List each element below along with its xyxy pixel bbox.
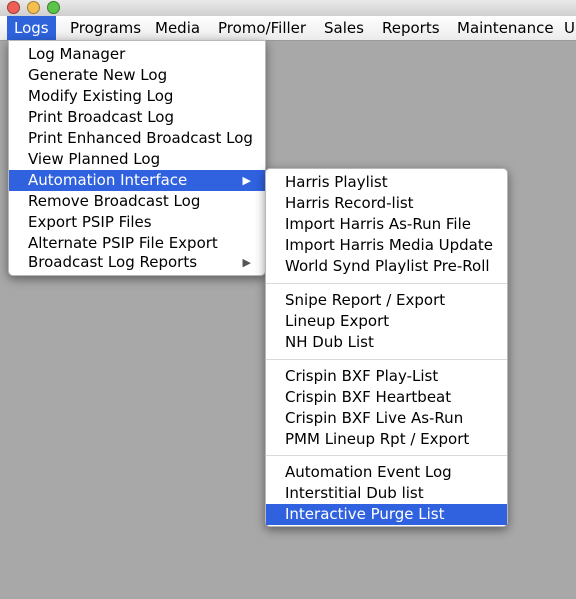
menu-item-label: Crispin BXF Heartbeat [285,388,452,406]
menu-item-label: Generate New Log [28,66,168,84]
menu-reports[interactable]: Reports [382,16,440,40]
menu-separator [266,455,507,456]
menu-item-label: Harris Record-list [285,194,414,212]
menu-item-crispin-bxf-heartbeat[interactable]: Crispin BXF Heartbeat [266,387,507,408]
menu-item-import-harris-media-update[interactable]: Import Harris Media Update [266,235,507,256]
menu-item-alternate-psip-file-export[interactable]: Alternate PSIP File Export [9,233,265,254]
menu-item-pmm-lineup-rpt-export[interactable]: PMM Lineup Rpt / Export [266,429,507,450]
menu-item-log-manager[interactable]: Log Manager [9,44,265,65]
menu-item-label: Automation Interface [28,171,188,189]
menu-item-label: Print Enhanced Broadcast Log [28,129,253,147]
menu-programs[interactable]: Programs [70,16,141,40]
menu-item-label: View Planned Log [28,150,161,168]
menu-sales[interactable]: Sales [324,16,364,40]
menu-item-lineup-export[interactable]: Lineup Export [266,311,507,332]
menu-item-label: Interactive Purge List [285,505,445,523]
menu-item-automation-event-log[interactable]: Automation Event Log [266,462,507,483]
submenu-arrow-icon: ▶ [242,174,251,187]
menu-item-label: Snipe Report / Export [285,291,446,309]
menu-item-export-psip-files[interactable]: Export PSIP Files [9,212,265,233]
menu-item-print-enhanced-broadcast-log[interactable]: Print Enhanced Broadcast Log [9,128,265,149]
menu-item-label: Crispin BXF Play-List [285,367,439,385]
menu-item-label: Export PSIP Files [28,213,152,231]
zoom-button[interactable] [47,1,60,14]
menu-item-print-broadcast-log[interactable]: Print Broadcast Log [9,107,265,128]
menu-separator [266,359,507,360]
menu-item-label: Import Harris As-Run File [285,215,471,233]
menu-item-label: World Synd Playlist Pre-Roll [285,257,490,275]
menu-bar: Logs Programs Media Promo/Filler Sales R… [0,16,576,41]
menu-item-label: Remove Broadcast Log [28,192,201,210]
menu-item-label: Alternate PSIP File Export [28,234,218,252]
minimize-button[interactable] [27,1,40,14]
menu-item-label: Crispin BXF Live As-Run [285,409,464,427]
automation-interface-submenu: Harris Playlist Harris Record-list Impor… [265,168,508,527]
menu-item-label: Print Broadcast Log [28,108,174,126]
submenu-arrow-icon: ▶ [242,256,251,269]
menu-item-label: Modify Existing Log [28,87,174,105]
menu-item-crispin-bxf-play-list[interactable]: Crispin BXF Play-List [266,366,507,387]
menu-item-label: Automation Event Log [285,463,452,481]
menu-item-label: Broadcast Log Reports [28,253,198,271]
menu-item-remove-broadcast-log[interactable]: Remove Broadcast Log [9,191,265,212]
menu-item-label: Import Harris Media Update [285,236,493,254]
menu-item-interstitial-dub-list[interactable]: Interstitial Dub list [266,483,507,504]
menu-item-nh-dub-list[interactable]: NH Dub List [266,332,507,353]
menu-item-snipe-report-export[interactable]: Snipe Report / Export [266,290,507,311]
menu-item-label: Interstitial Dub list [285,484,424,502]
menu-item-interactive-purge-list[interactable]: Interactive Purge List [266,504,507,525]
menu-item-label: Harris Playlist [285,173,388,191]
logs-dropdown-menu: Log Manager Generate New Log Modify Exis… [8,40,266,276]
title-bar [0,0,576,16]
menu-item-crispin-bxf-live-as-run[interactable]: Crispin BXF Live As-Run [266,408,507,429]
menu-media[interactable]: Media [155,16,200,40]
menu-item-label: Log Manager [28,45,126,63]
menu-item-modify-existing-log[interactable]: Modify Existing Log [9,86,265,107]
menu-item-generate-new-log[interactable]: Generate New Log [9,65,265,86]
menu-u-truncated[interactable]: U [564,16,575,40]
menu-separator [266,283,507,284]
menu-maintenance[interactable]: Maintenance [457,16,554,40]
menu-item-label: NH Dub List [285,333,374,351]
menu-item-harris-record-list[interactable]: Harris Record-list [266,193,507,214]
menu-item-label: Lineup Export [285,312,390,330]
menu-item-label: PMM Lineup Rpt / Export [285,430,470,448]
menu-item-view-planned-log[interactable]: View Planned Log [9,149,265,170]
menu-promo-filler[interactable]: Promo/Filler [218,16,306,40]
close-button[interactable] [7,1,20,14]
menu-item-broadcast-log-reports[interactable]: Broadcast Log Reports ▶ [9,252,265,273]
menu-item-import-harris-as-run-file[interactable]: Import Harris As-Run File [266,214,507,235]
menu-item-harris-playlist[interactable]: Harris Playlist [266,172,507,193]
menu-logs[interactable]: Logs [7,16,56,40]
menu-item-automation-interface[interactable]: Automation Interface ▶ [9,170,265,191]
menu-item-world-synd-playlist-pre-roll[interactable]: World Synd Playlist Pre-Roll [266,256,507,277]
